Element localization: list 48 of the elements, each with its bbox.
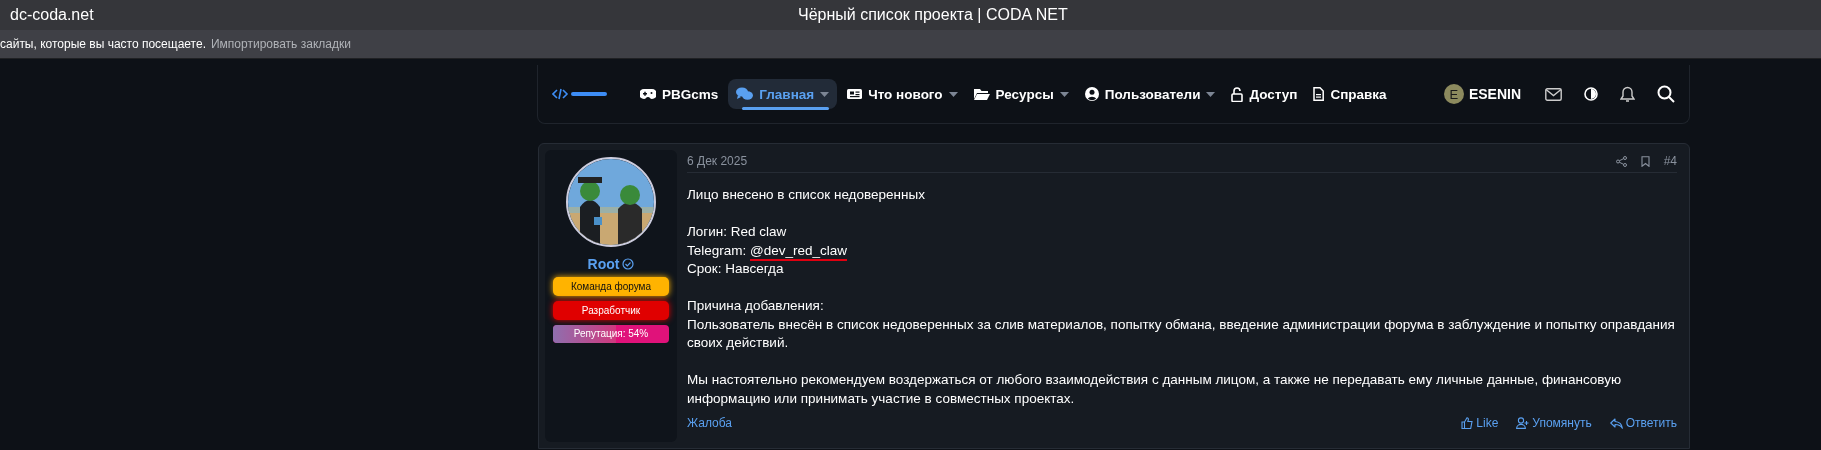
site-domain: dc-coda.net — [9, 6, 94, 24]
bookmarks-hint: сайты, которые вы часто посещаете. — [0, 37, 206, 51]
user-avatar: E — [1443, 84, 1464, 104]
user-circle-icon — [1084, 87, 1099, 101]
post-text: Мы настоятельно рекомендуем воздержаться от любого взаимодействия с данным лицом, а также не передавать ему личные данные, финансовую информацию или принимать участие в совместных проектах. — [687, 371, 1623, 408]
user-badge: Команда форума — [553, 277, 669, 296]
document-icon — [1313, 87, 1325, 101]
post-date[interactable]: 6 Дек 2025 — [687, 154, 748, 168]
reputation-label: Репутация: 54% — [572, 327, 650, 341]
bookmark-icon[interactable] — [1640, 155, 1650, 167]
post-action-link[interactable]: Упомянуть — [1516, 416, 1592, 430]
user-badge: Разработчик — [553, 301, 669, 320]
nav-tab[interactable]: Что нового — [841, 77, 964, 111]
page-title: Чёрный список проекта | CODA NET — [798, 6, 1068, 24]
nav-tab[interactable]: Справка — [1307, 77, 1393, 111]
telegram-handle: @dev_red_claw — [750, 242, 848, 261]
chat-bubbles-icon — [736, 87, 754, 101]
gamepad-icon — [640, 88, 656, 100]
post-action-link[interactable]: Ответить — [1609, 416, 1677, 430]
post-text: Причина добавления: — [687, 297, 825, 315]
nav-tab[interactable]: Ресурсы — [967, 77, 1075, 111]
post-text: Срок: Навсегда — [687, 260, 785, 278]
post-text: Лицо внесено в список недоверенных — [687, 186, 926, 204]
nav-tab[interactable]: PBGcms — [634, 77, 725, 111]
import-bookmarks-link[interactable]: Импортировать закладки — [210, 37, 351, 51]
nav-tab[interactable]: Доступ — [1225, 77, 1304, 111]
lock-icon — [1231, 86, 1244, 102]
search-icon[interactable] — [1657, 85, 1675, 103]
username[interactable]: Root — [587, 256, 620, 272]
user-plus-icon — [1516, 417, 1530, 429]
nav-tab[interactable]: Главная — [728, 79, 838, 109]
post-text: Telegram: — [687, 242, 747, 258]
site-logo[interactable] — [552, 87, 610, 101]
contrast-icon[interactable] — [1584, 87, 1598, 101]
post-action-link[interactable]: Like — [1461, 416, 1499, 430]
reply-arrow-icon — [1609, 417, 1623, 429]
post-number[interactable]: #4 — [1663, 154, 1677, 168]
bell-icon[interactable] — [1620, 85, 1635, 103]
newspaper-icon — [847, 88, 863, 100]
report-link[interactable]: Жалоба — [687, 416, 732, 430]
account-menu[interactable]: E ESENIN — [1443, 84, 1521, 104]
thumbs-up-icon — [1461, 417, 1474, 429]
share-icon[interactable] — [1615, 155, 1627, 167]
envelope-icon[interactable] — [1545, 87, 1562, 101]
post-text: Логин: Red claw — [687, 223, 788, 241]
folder-icon — [973, 88, 990, 100]
nav-tab[interactable]: Пользователи — [1078, 77, 1222, 111]
post-text: Пользователь внесён в список недоверенных за слив материалов, попытку обмана, введение администрации форума в заблуждение и попытку оправдания своих действий. — [687, 315, 1676, 352]
